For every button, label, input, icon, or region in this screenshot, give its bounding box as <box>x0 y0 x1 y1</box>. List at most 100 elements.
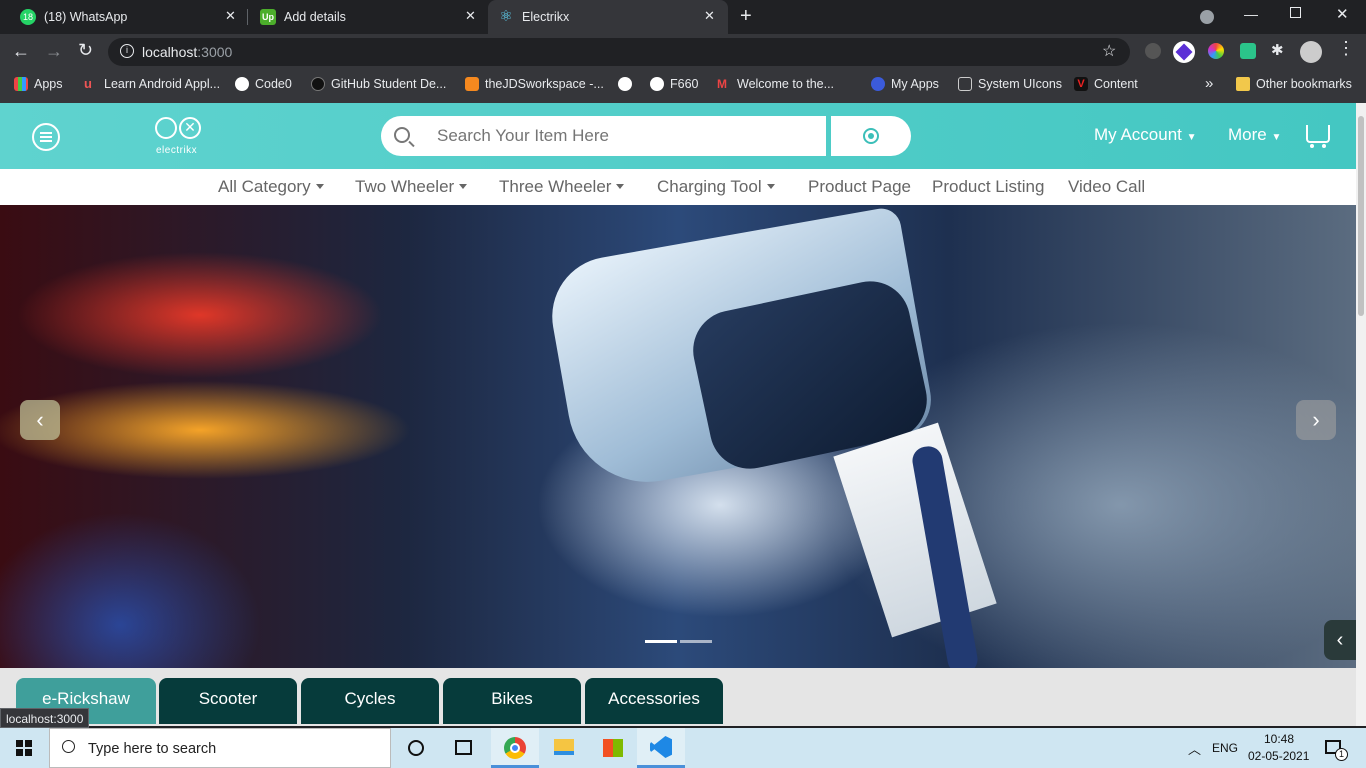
language-indicator[interactable]: ENG <box>1212 741 1238 755</box>
logo-x-mark: ✕ <box>179 117 201 139</box>
react-icon: ⚛ <box>499 8 513 25</box>
file-explorer-icon <box>554 739 574 755</box>
apps-grid-icon <box>14 77 28 91</box>
restore-icon[interactable] <box>1290 7 1301 18</box>
scrollbar-thumb[interactable] <box>1358 116 1364 316</box>
tab-whatsapp[interactable]: 18 (18) WhatsApp ✕ <box>0 0 247 34</box>
side-panel-toggle[interactable]: ‹ <box>1324 620 1356 660</box>
logo[interactable]: ✕ electrikx <box>155 115 207 159</box>
category-tabs: e-Rickshaw Scooter Cycles Bikes Accessor… <box>0 668 1356 726</box>
tab-bikes[interactable]: Bikes <box>443 678 581 724</box>
extension-icon[interactable] <box>1240 43 1256 59</box>
bookmark-item[interactable]: GitHub Student De... <box>311 77 446 91</box>
taskbar-search[interactable]: Type here to search <box>49 728 391 768</box>
taskbar-search-placeholder: Type here to search <box>88 741 217 757</box>
edit-icon <box>958 77 972 91</box>
search-input[interactable] <box>437 124 807 148</box>
extension-icon[interactable] <box>1145 43 1161 59</box>
close-window-icon[interactable]: ✕ <box>1336 5 1349 23</box>
search-icon <box>62 740 75 753</box>
content-icon: V <box>1074 77 1088 91</box>
back-icon[interactable]: ← <box>12 41 30 62</box>
browser-toolbar: ← → ↻ i localhost:3000 ☆ ✱ ⋮ <box>0 34 1366 70</box>
my-account-dropdown[interactable]: My Account ▼ <box>1094 125 1197 145</box>
cart-icon[interactable] <box>1306 125 1330 148</box>
close-tab-icon[interactable]: ✕ <box>465 8 476 24</box>
tab-electrikx[interactable]: ⚛ Electrikx ✕ <box>488 0 728 34</box>
address-bar[interactable]: i localhost:3000 ☆ <box>108 38 1130 66</box>
carousel-next-button[interactable]: › <box>1296 400 1336 440</box>
bookmark-apps[interactable]: Apps <box>14 77 63 91</box>
menu-kebab-icon[interactable]: ⋮ <box>1337 38 1355 59</box>
bookmarks-bar: Apps u Learn Android Appl... Code0 GitHub… <box>0 70 1366 103</box>
tab-add-details[interactable]: Up Add details ✕ <box>240 0 488 34</box>
nav-charging-tool[interactable]: Charging Tool <box>657 177 775 197</box>
nav-three-wheeler[interactable]: Three Wheeler <box>499 177 624 197</box>
close-tab-icon[interactable]: ✕ <box>225 8 236 24</box>
globe-icon <box>650 77 664 91</box>
bookmark-item[interactable]: V Content <box>1074 77 1138 91</box>
tab-cycles[interactable]: Cycles <box>301 678 439 724</box>
nav-all-category[interactable]: All Category <box>218 177 324 197</box>
profile-avatar[interactable] <box>1300 41 1322 63</box>
taskbar-store[interactable] <box>589 728 637 768</box>
bookmark-item[interactable]: F660 <box>650 77 699 91</box>
color-picker-extension-icon[interactable] <box>1208 43 1224 59</box>
clock-time[interactable]: 10:48 <box>1264 732 1294 746</box>
url-text: localhost:3000 <box>142 44 233 60</box>
bookmark-item[interactable] <box>618 77 638 91</box>
bookmark-item[interactable]: M Welcome to the... <box>717 77 834 91</box>
bookmark-item[interactable]: My Apps <box>871 77 939 91</box>
notification-count-badge: 1 <box>1335 748 1348 761</box>
link-status-bubble: localhost:3000 <box>0 708 90 728</box>
bookmark-item[interactable]: System UIcons <box>958 77 1062 91</box>
bookmark-item[interactable]: u Learn Android Appl... <box>84 76 220 92</box>
windows-start-icon[interactable] <box>16 740 32 756</box>
hero-carousel: ‹ › ‹ <box>0 205 1356 668</box>
nav-product-page[interactable]: Product Page <box>808 177 911 197</box>
taskbar-file-explorer[interactable] <box>540 728 588 768</box>
hamburger-menu-icon[interactable] <box>32 123 60 151</box>
task-view-icon[interactable] <box>455 740 472 755</box>
extension-icon[interactable] <box>1173 41 1195 63</box>
puzzle-icon[interactable]: ✱ <box>1271 41 1284 59</box>
taskbar-vscode[interactable] <box>637 728 685 768</box>
clock-date[interactable]: 02-05-2021 <box>1248 749 1309 763</box>
tray-overflow-icon[interactable]: ︿ <box>1188 739 1201 758</box>
close-tab-icon[interactable]: ✕ <box>704 8 715 24</box>
minimize-icon[interactable]: — <box>1244 6 1258 22</box>
bookmarks-overflow-button[interactable]: » <box>1205 75 1213 92</box>
globe-icon <box>618 77 632 91</box>
nav-video-call[interactable]: Video Call <box>1068 177 1145 197</box>
forward-icon[interactable]: → <box>45 41 63 62</box>
workspace-icon <box>465 77 479 91</box>
github-icon <box>235 77 249 91</box>
tab-accessories[interactable]: Accessories <box>585 678 723 724</box>
udemy-icon: u <box>84 76 92 91</box>
site-info-icon[interactable]: i <box>120 44 134 58</box>
bookmark-item[interactable]: theJDSworkspace -... <box>465 77 604 91</box>
tab-search-icon[interactable] <box>1200 10 1214 24</box>
other-bookmarks[interactable]: Other bookmarks <box>1236 77 1352 91</box>
tab-scooter[interactable]: Scooter <box>159 678 297 724</box>
carousel-indicator[interactable] <box>645 640 677 643</box>
cortana-icon[interactable] <box>408 740 424 756</box>
upwork-icon: Up <box>260 9 276 25</box>
whatsapp-icon: 18 <box>20 9 36 25</box>
taskbar-chrome[interactable] <box>491 728 539 768</box>
carousel-prev-button[interactable]: ‹ <box>20 400 60 440</box>
carousel-indicator[interactable] <box>680 640 712 643</box>
logo-text: electrikx <box>156 145 198 156</box>
bookmark-star-icon[interactable]: ☆ <box>1102 41 1116 61</box>
nav-two-wheeler[interactable]: Two Wheeler <box>355 177 467 197</box>
bookmark-item[interactable]: Code0 <box>235 77 292 91</box>
location-button[interactable] <box>831 116 911 156</box>
store-icon <box>603 739 623 757</box>
new-tab-button[interactable]: + <box>740 5 752 28</box>
reload-icon[interactable]: ↻ <box>78 40 93 61</box>
tab-title: Add details <box>284 10 346 24</box>
category-nav: All Category Two Wheeler Three Wheeler C… <box>0 169 1356 205</box>
more-dropdown[interactable]: More ▼ <box>1228 125 1281 145</box>
search-icon <box>394 127 410 143</box>
nav-product-listing[interactable]: Product Listing <box>932 177 1044 197</box>
